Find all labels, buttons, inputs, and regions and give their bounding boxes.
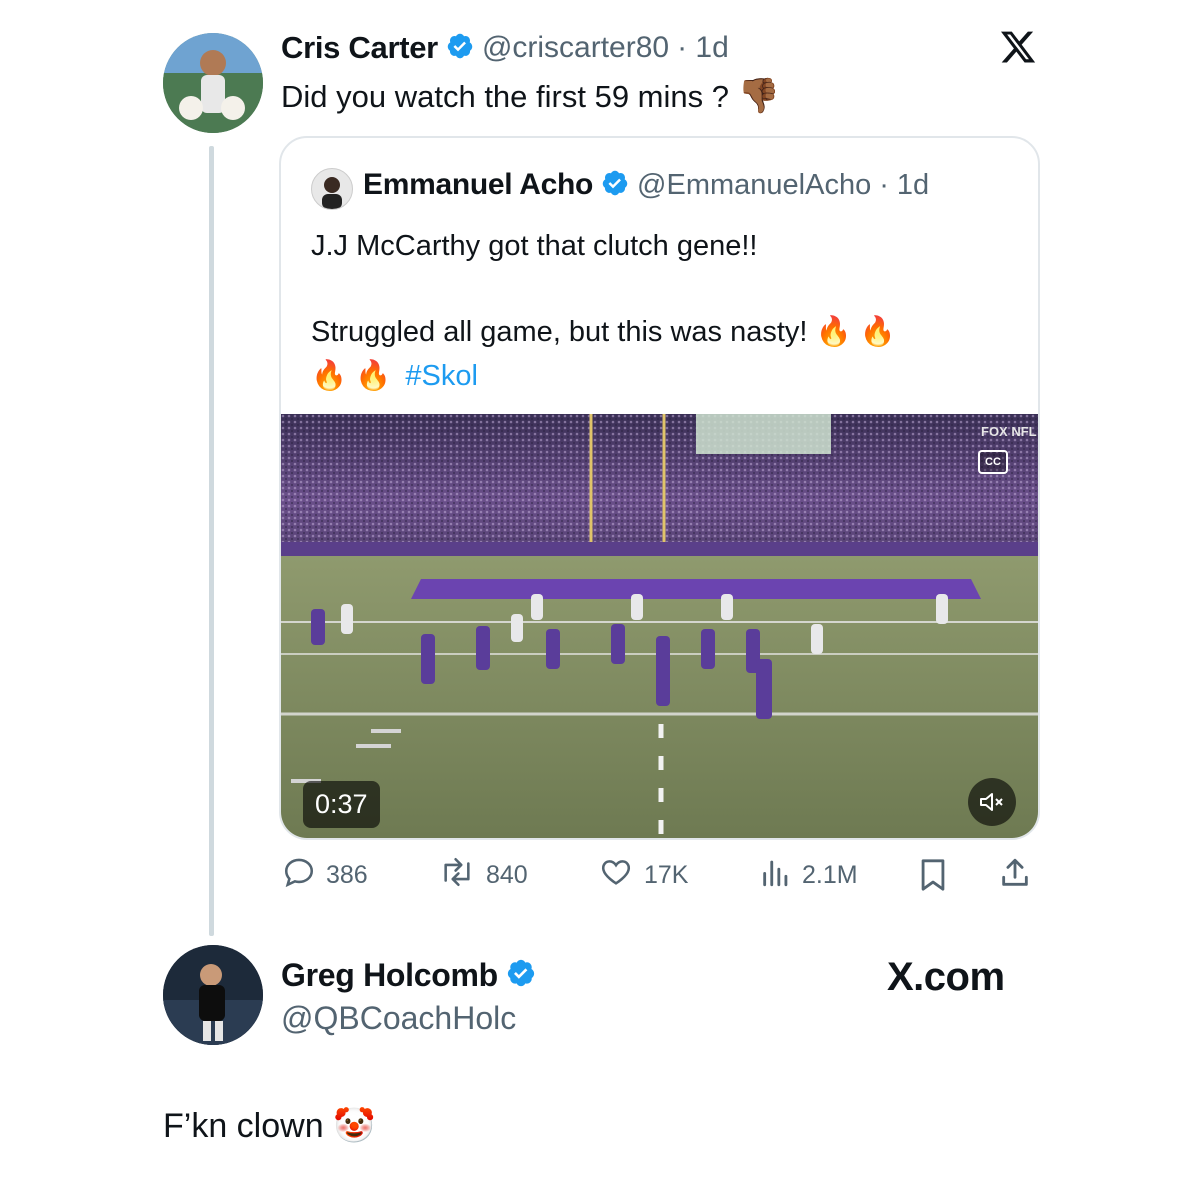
cc-icon[interactable]: CC — [978, 450, 1008, 474]
share-icon[interactable] — [998, 856, 1032, 895]
video-player[interactable]: FOX NFL CC 0:37 — [281, 414, 1038, 838]
bookmark-icon[interactable] — [918, 858, 948, 897]
fire-emojis: 🔥 🔥 — [311, 360, 392, 392]
reply-action[interactable]: 386 — [282, 855, 368, 896]
views-action[interactable]: 2.1M — [760, 855, 858, 896]
avatar-emmanuel-acho — [311, 168, 353, 210]
reply-tweet-text: F’kn clown 🤡 — [163, 1107, 376, 1145]
avatar-photo — [163, 945, 263, 1045]
verified-icon — [446, 32, 474, 65]
quoted-author-handle[interactable]: @EmmanuelAcho — [637, 169, 871, 202]
views-icon — [760, 855, 792, 896]
mute-icon[interactable] — [968, 778, 1016, 826]
quoted-tweet-line2: Struggled all game, but this was nasty! … — [311, 316, 896, 348]
verified-icon — [506, 958, 536, 993]
quoted-tweet-card[interactable]: Emmanuel Acho @EmmanuelAcho · 1d J.J McC… — [279, 136, 1040, 840]
views-count: 2.1M — [802, 861, 858, 889]
thread-connector-line — [209, 146, 214, 936]
like-count: 17K — [644, 861, 689, 889]
avatar-photo — [163, 33, 263, 133]
main-tweet-header: Cris Carter @criscarter80 · 1d — [281, 30, 729, 66]
avatar-cris-carter[interactable] — [163, 33, 263, 133]
reply-count: 386 — [326, 861, 368, 889]
quoted-author-name[interactable]: Emmanuel Acho — [363, 168, 593, 202]
x-logo-icon[interactable] — [998, 28, 1038, 71]
reply-author-handle[interactable]: @QBCoachHolc — [281, 1000, 516, 1037]
tweet-time[interactable]: · 1d — [677, 31, 729, 65]
quoted-tweet-line3: 🔥 🔥 #Skol — [311, 356, 478, 396]
video-frame: FOX NFL — [281, 414, 1038, 838]
author-handle[interactable]: @criscarter80 — [482, 31, 669, 65]
quoted-tweet-line1: J.J McCarthy got that clutch gene!! — [311, 230, 758, 262]
author-name[interactable]: Cris Carter — [281, 30, 438, 66]
x-com-brand[interactable]: X.com — [887, 955, 1005, 1000]
quoted-tweet-time[interactable]: · 1d — [879, 169, 929, 202]
hashtag-link[interactable]: #Skol — [405, 360, 478, 392]
like-icon — [598, 855, 634, 896]
reply-tweet-header: Greg Holcomb — [281, 957, 536, 994]
repost-icon — [438, 855, 476, 896]
repost-count: 840 — [486, 861, 528, 889]
video-duration: 0:37 — [303, 781, 380, 828]
reply-icon — [282, 855, 316, 896]
main-tweet-body: Did you watch the first 59 mins ? — [281, 79, 729, 114]
repost-action[interactable]: 840 — [438, 855, 528, 896]
quoted-tweet-header: Emmanuel Acho @EmmanuelAcho · 1d — [363, 168, 929, 202]
like-action[interactable]: 17K — [598, 855, 688, 896]
network-badge: FOX NFL — [981, 424, 1037, 439]
verified-icon — [601, 169, 629, 202]
avatar-greg-holcomb[interactable] — [163, 945, 263, 1045]
thumbs-down-emoji: 👎🏾 — [737, 77, 780, 115]
main-tweet-text: Did you watch the first 59 mins ? 👎🏾 — [281, 76, 780, 117]
reply-author-name[interactable]: Greg Holcomb — [281, 957, 498, 994]
